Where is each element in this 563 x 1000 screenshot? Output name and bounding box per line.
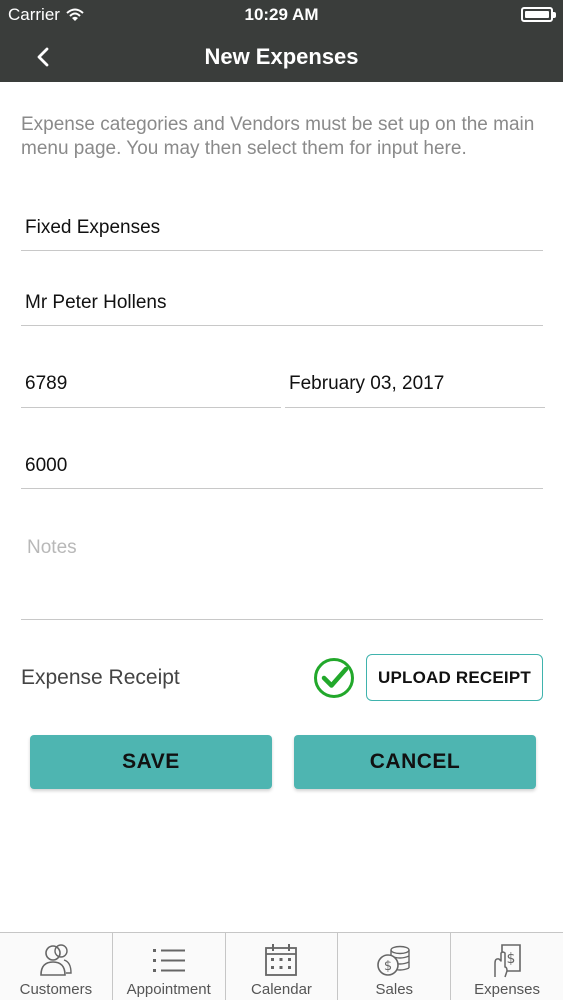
receipt-label: Expense Receipt [21, 666, 180, 689]
tab-customers[interactable]: Customers [0, 933, 113, 1000]
tab-expenses[interactable]: $ Expenses [451, 933, 563, 1000]
coins-icon: $ [377, 945, 410, 976]
tab-sales[interactable]: $ Sales [338, 933, 452, 1000]
amount-field[interactable]: 6000 [21, 442, 543, 489]
check-circle-icon [314, 658, 354, 698]
amount-value: 6000 [25, 455, 68, 476]
reference-field[interactable]: 6789 [21, 360, 281, 408]
tab-label: Expenses [474, 981, 541, 998]
save-button[interactable]: SAVE [30, 735, 272, 789]
tab-appointment[interactable]: Appointment [113, 933, 226, 1000]
cancel-button[interactable]: CANCEL [294, 735, 536, 789]
vendor-value: Mr Peter Hollens [25, 292, 167, 313]
svg-text:$: $ [384, 959, 392, 974]
tab-label: Calendar [251, 981, 312, 998]
tab-bar: Customers Appointment Calendar $ Sales $… [0, 932, 563, 1000]
battery-icon [521, 7, 556, 22]
reference-value: 6789 [25, 373, 68, 394]
customers-icon [40, 944, 72, 976]
notes-field[interactable]: Notes [21, 520, 543, 620]
intro-text: Expense categories and Vendors must be s… [21, 114, 535, 159]
upload-receipt-button[interactable]: UPLOAD RECEIPT [366, 654, 543, 701]
svg-text:$: $ [507, 951, 516, 967]
tab-calendar[interactable]: Calendar [226, 933, 339, 1000]
tab-label: Appointment [126, 981, 211, 998]
date-field[interactable]: February 03, 2017 [285, 360, 545, 408]
category-value: Fixed Expenses [25, 217, 161, 238]
tab-label: Customers [19, 981, 93, 998]
notes-placeholder: Notes [27, 537, 77, 558]
list-icon [152, 949, 185, 972]
status-bar: Carrier 10:29 AM [0, 0, 563, 30]
page-title: New Expenses [204, 44, 359, 69]
date-value: February 03, 2017 [289, 373, 445, 394]
app-header: Carrier 10:29 AM New Expenses [0, 0, 563, 82]
vendor-field[interactable]: Mr Peter Hollens [21, 280, 543, 326]
calendar-icon [265, 944, 298, 976]
receipt-hand-icon: $ [494, 944, 521, 978]
status-time: 10:29 AM [244, 5, 319, 24]
category-field[interactable]: Fixed Expenses [21, 205, 543, 251]
tab-label: Sales [375, 981, 414, 998]
